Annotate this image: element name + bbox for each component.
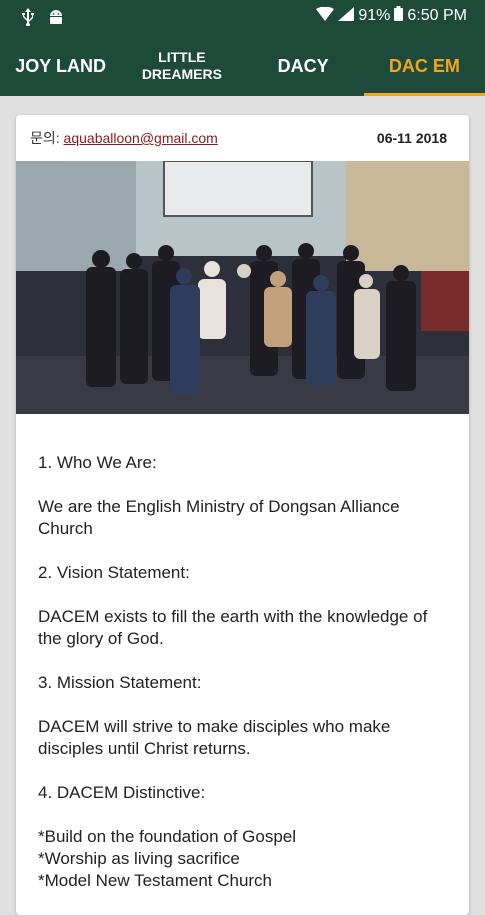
section-heading: 4. DACEM Distinctive: — [38, 783, 206, 802]
contact-info: 문의: aquaballoon@gmail.com — [30, 128, 218, 148]
status-bar: 91% 6:50 PM — [0, 0, 485, 36]
post-header: 문의: aquaballoon@gmail.com 06-11 2018 — [16, 115, 469, 161]
section-heading: 3. Mission Statement: — [38, 673, 202, 692]
wifi-icon — [316, 6, 335, 26]
tab-dac-em[interactable]: DAC EM — [363, 36, 485, 96]
tab-dacy[interactable]: DACY — [243, 36, 364, 96]
tab-bar: JOY LAND LITTLE DREAMERS DACY DAC EM — [0, 36, 485, 96]
post-content: 1. Who We Are: We are the English Minist… — [16, 414, 469, 892]
tab-label: LITTLE DREAMERS — [141, 49, 222, 82]
contact-label: 문의: — [30, 130, 64, 146]
group-photo — [16, 161, 469, 414]
email-link[interactable]: aquaballoon@gmail.com — [64, 130, 218, 146]
battery-icon — [394, 6, 404, 26]
android-icon — [48, 9, 64, 30]
distinctives-list: *Build on the foundation of Gospel *Wors… — [38, 826, 447, 892]
tab-little-dreamers[interactable]: LITTLE DREAMERS — [121, 36, 242, 96]
section-heading: 1. Who We Are: — [38, 453, 157, 472]
section-body: DACEM exists to fill the earth with the … — [38, 607, 428, 648]
list-item: *Build on the foundation of Gospel — [38, 827, 297, 846]
section-heading: 2. Vision Statement: — [38, 563, 190, 582]
post-card: 문의: aquaballoon@gmail.com 06-11 2018 1. … — [16, 115, 469, 915]
list-item: *Worship as living sacrifice — [38, 849, 240, 868]
tab-joy-land[interactable]: JOY LAND — [0, 36, 121, 96]
tab-label: JOY LAND — [15, 55, 106, 76]
clock-time: 6:50 PM — [407, 7, 467, 24]
usb-icon — [22, 8, 34, 31]
section-body: DACEM will strive to make disciples who … — [38, 717, 391, 758]
tab-label: DACY — [277, 55, 329, 76]
tab-label: DAC EM — [388, 55, 460, 76]
battery-percent: 91% — [358, 7, 391, 24]
post-date: 06-11 2018 — [376, 130, 447, 146]
list-item: *Model New Testament Church — [38, 871, 273, 890]
section-body: We are the English Ministry of Dongsan A… — [38, 497, 400, 538]
signal-icon — [338, 6, 355, 26]
